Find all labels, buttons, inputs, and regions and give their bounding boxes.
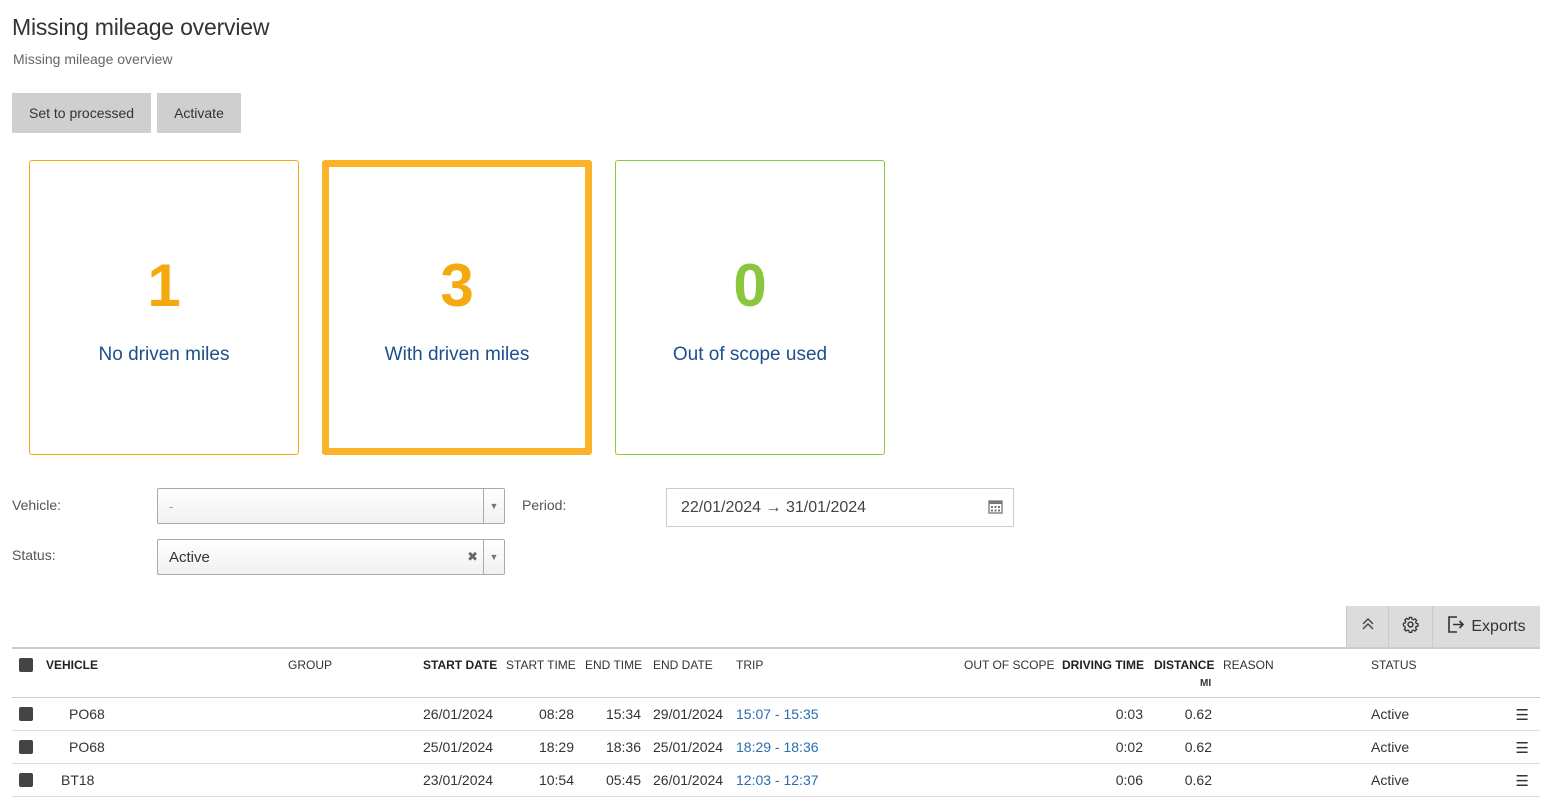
col-status[interactable]: STATUS (1371, 658, 1417, 672)
row-checkbox[interactable] (19, 707, 33, 721)
tile-count: 0 (733, 252, 767, 319)
period-value: 22/01/2024 → 31/01/2024 (681, 499, 867, 516)
col-start-time[interactable]: START TIME (506, 658, 576, 672)
export-icon (1447, 615, 1465, 638)
collapse-button[interactable] (1346, 606, 1388, 647)
cell-end-time: 15:34 (605, 706, 641, 722)
cell-trip-link[interactable]: 18:29 - 18:36 (736, 739, 819, 755)
cell-driving-time: 0:03 (1115, 706, 1143, 722)
cell-end-time: 18:36 (605, 739, 641, 755)
gear-icon (1402, 616, 1419, 638)
activate-button[interactable]: Activate (157, 93, 241, 133)
status-select[interactable]: Active ✖ ▼ (157, 539, 505, 575)
hamburger-menu-icon[interactable]: ☰ (1516, 772, 1529, 790)
row-checkbox[interactable] (19, 740, 33, 754)
calendar-icon[interactable] (988, 499, 1003, 519)
col-vehicle[interactable]: VEHICLE (46, 658, 98, 672)
cell-vehicle: PO68 (69, 739, 105, 755)
dropdown-arrow-icon[interactable]: ▼ (483, 540, 504, 574)
cell-trip-link[interactable]: 15:07 - 15:35 (736, 706, 819, 722)
status-label: Status: (12, 547, 56, 563)
table-row[interactable]: BT18 23/01/2024 10:54 05:45 26/01/2024 1… (12, 764, 1540, 797)
vehicle-select-value: - (169, 499, 174, 514)
cell-end-date: 25/01/2024 (653, 739, 724, 755)
hamburger-menu-icon[interactable]: ☰ (1516, 706, 1529, 724)
table-row[interactable]: PO68 26/01/2024 08:28 15:34 29/01/2024 1… (12, 698, 1540, 731)
vehicle-label: Vehicle: (12, 497, 62, 513)
col-group[interactable]: GROUP (288, 658, 332, 672)
summary-tiles: 1 No driven miles 3 With driven miles 0 … (29, 160, 885, 455)
tile-label: With driven miles (384, 344, 530, 365)
cell-end-date: 26/01/2024 (653, 772, 724, 788)
cell-vehicle: BT18 (61, 772, 95, 788)
col-distance[interactable]: DISTANCE (1154, 658, 1214, 672)
vehicle-select[interactable]: - ▼ (157, 488, 505, 524)
tile-count: 3 (440, 252, 474, 319)
cell-driving-time: 0:06 (1115, 772, 1143, 788)
cell-driving-time: 0:02 (1115, 739, 1143, 755)
period-date-range-input[interactable]: 22/01/2024 → 31/01/2024 (666, 488, 1014, 527)
exports-button[interactable]: Exports (1432, 606, 1540, 647)
cell-start-time: 08:28 (538, 706, 574, 722)
clear-icon[interactable]: ✖ (467, 549, 478, 565)
page-title: Missing mileage overview (12, 14, 270, 40)
col-reason[interactable]: REASON (1223, 658, 1274, 672)
set-to-processed-button[interactable]: Set to processed (12, 93, 152, 133)
cell-distance: 0.62 (1184, 706, 1212, 722)
col-end-date[interactable]: END DATE (653, 658, 713, 672)
cell-start-time: 18:29 (538, 739, 574, 755)
status-select-value: Active (169, 549, 210, 566)
cell-status: Active (1371, 739, 1410, 755)
hamburger-menu-icon[interactable]: ☰ (1516, 739, 1529, 757)
cell-status: Active (1371, 706, 1410, 722)
tile-with-driven-miles[interactable]: 3 With driven miles (322, 160, 592, 455)
cell-vehicle: PO68 (69, 706, 105, 722)
exports-label: Exports (1471, 617, 1526, 635)
cell-end-time: 05:45 (605, 772, 641, 788)
cell-distance: 0.62 (1184, 739, 1212, 755)
double-chevron-up-icon (1361, 617, 1375, 636)
action-toolbar: Set to processed Activate (12, 93, 241, 133)
cell-end-date: 29/01/2024 (653, 706, 724, 722)
col-out-of-scope[interactable]: OUT OF SCOPE (964, 658, 1054, 672)
dropdown-arrow-icon[interactable]: ▼ (483, 489, 504, 523)
period-label: Period: (522, 497, 567, 513)
page-subtitle: Missing mileage overview (13, 51, 173, 67)
cell-status: Active (1371, 772, 1410, 788)
tile-no-driven-miles[interactable]: 1 No driven miles (29, 160, 299, 455)
cell-trip-link[interactable]: 12:03 - 12:37 (736, 772, 819, 788)
row-checkbox[interactable] (19, 773, 33, 787)
tile-label: No driven miles (98, 344, 230, 365)
grid-settings-button[interactable] (1388, 606, 1432, 647)
table-header: VEHICLE GROUP START DATE START TIME END … (12, 649, 1540, 698)
col-end-time[interactable]: END TIME (585, 658, 642, 672)
cell-start-date: 23/01/2024 (423, 772, 494, 788)
cell-distance: 0.62 (1184, 772, 1212, 788)
table-row[interactable]: PO68 25/01/2024 18:29 18:36 25/01/2024 1… (12, 731, 1540, 764)
cell-start-date: 26/01/2024 (423, 706, 494, 722)
col-driving-time[interactable]: DRIVING TIME (1062, 658, 1144, 672)
cell-start-time: 10:54 (538, 772, 574, 788)
tile-out-of-scope-used[interactable]: 0 Out of scope used (615, 160, 885, 455)
cell-start-date: 25/01/2024 (423, 739, 494, 755)
tile-count: 1 (147, 252, 181, 319)
grid-toolbar: Exports (1346, 606, 1540, 647)
col-trip[interactable]: TRIP (736, 658, 763, 672)
mileage-table: VEHICLE GROUP START DATE START TIME END … (12, 647, 1540, 797)
select-all-checkbox[interactable] (19, 658, 33, 672)
distance-unit: MI (1200, 678, 1212, 689)
col-start-date[interactable]: START DATE (423, 658, 497, 672)
tile-label: Out of scope used (672, 344, 828, 365)
